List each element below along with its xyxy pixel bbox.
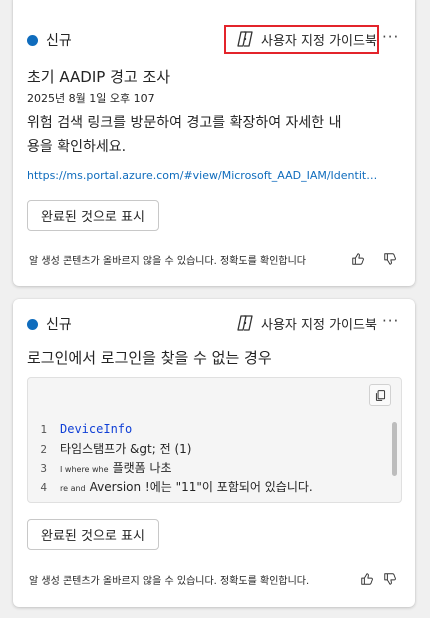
portal-link[interactable]: https://ms.portal.azure.com/#view/Micros… <box>27 169 382 182</box>
status-label: 신규 <box>46 317 72 333</box>
more-options-button[interactable]: ··· <box>382 28 399 46</box>
copilot-icon <box>235 29 255 49</box>
line-number: 3 <box>40 462 47 475</box>
line-number: 1 <box>40 423 47 436</box>
copy-icon <box>375 389 385 401</box>
ai-disclaimer: 알 생성 콘텐츠가 올바르지 않을 수 있습니다. 정확도를 확인합니다. <box>29 576 310 587</box>
description-line: 위험 검색 링크를 방문하여 경고를 확장하여 자세한 내 <box>27 115 342 131</box>
task-card: 신규 사용자 지정 가이드북 ··· 로그인에서 로그인을 찾을 수 없는 경우… <box>13 299 415 607</box>
thumbs-up-icon[interactable] <box>351 252 365 266</box>
description: 위험 검색 링크를 방문하여 경고를 확장하여 자세한 내 용을 확인하세요. <box>27 111 407 159</box>
code-prefix: I where whe <box>60 465 109 474</box>
ai-disclaimer: 알 생성 콘텐츠가 올바르지 않을 수 있습니다. 정확도를 확인합니다 <box>29 256 307 267</box>
code-text: DeviceInfo <box>60 422 133 436</box>
thumbs-down-icon[interactable] <box>383 572 397 586</box>
card-title: 로그인에서 로그인을 찾을 수 없는 경우 <box>27 349 272 367</box>
status-dot-icon <box>27 34 38 46</box>
timestamp: 2025년 8월 1일 오후 107 <box>27 92 155 105</box>
code-text: 플랫폼 나초 <box>112 461 172 475</box>
code-block: 1 DeviceInfo 2 타임스탬프가 &gt; 전 (1) 3 I whe… <box>27 377 402 503</box>
mark-complete-button[interactable]: 완료된 것으로 표시 <box>27 200 159 231</box>
code-text: Aversion !에는 "11"이 포함되어 있습니다. <box>89 480 313 494</box>
code-text: 타임스탬프가 &gt; 전 (1) <box>60 442 192 456</box>
mark-complete-button[interactable]: 완료된 것으로 표시 <box>27 519 159 550</box>
guidebook-label: 사용자 지정 가이드북 <box>261 33 377 49</box>
task-card: 신규 사용자 지정 가이드북 ··· 초기 AADIP 경고 조사 2025년 … <box>13 0 415 286</box>
code-line: 3 I where whe 플랫폼 나초 <box>28 459 172 476</box>
description-line: 용을 확인하세요. <box>27 139 127 155</box>
card-title: 초기 AADIP 경고 조사 <box>27 68 171 86</box>
copy-button[interactable] <box>369 384 391 406</box>
copilot-icon <box>235 313 255 333</box>
custom-guidebook-button[interactable]: 사용자 지정 가이드북 <box>235 29 377 49</box>
status-row: 신규 <box>27 314 72 334</box>
line-number: 2 <box>40 443 47 456</box>
status-row: 신규 <box>27 30 72 50</box>
more-options-button[interactable]: ··· <box>382 312 399 330</box>
status-dot-icon <box>27 318 38 330</box>
status-label: 신규 <box>46 33 72 49</box>
code-scrollbar[interactable] <box>392 422 397 476</box>
line-number: 4 <box>40 481 47 494</box>
thumbs-up-icon[interactable] <box>360 572 374 586</box>
code-line: 4 re and Aversion !에는 "11"이 포함되어 있습니다. <box>28 478 313 495</box>
code-line: 1 DeviceInfo <box>28 422 132 436</box>
code-prefix: re and <box>60 484 86 493</box>
code-line: 2 타임스탬프가 &gt; 전 (1) <box>28 440 191 457</box>
thumbs-down-icon[interactable] <box>383 252 397 266</box>
guidebook-label: 사용자 지정 가이드북 <box>261 317 377 333</box>
custom-guidebook-button[interactable]: 사용자 지정 가이드북 <box>235 313 377 333</box>
